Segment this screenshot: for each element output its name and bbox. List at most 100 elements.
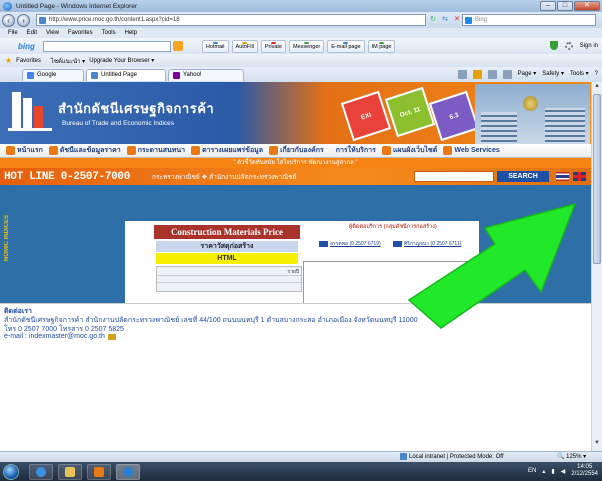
menu-file[interactable]: File: [8, 28, 18, 38]
tab-google[interactable]: Google: [22, 68, 84, 81]
nav-sitemap[interactable]: แผนผังเว็บไซต์: [381, 145, 437, 156]
nav-about[interactable]: เกี่ยวกับองค์กร: [269, 145, 324, 156]
site-search-input[interactable]: [414, 171, 494, 182]
site-search-button[interactable]: SEARCH: [497, 171, 549, 182]
menu-view[interactable]: View: [46, 28, 59, 38]
close-button[interactable]: ✕: [574, 1, 600, 11]
volume-icon[interactable]: ◀: [561, 468, 566, 475]
nav-home[interactable]: หน้าแรก: [6, 145, 43, 156]
thai-flag-icon[interactable]: [556, 172, 569, 181]
email-page-button[interactable]: E-mail page: [327, 39, 365, 53]
sitemap-icon: [381, 146, 391, 155]
org-name-thai: สำนักดัชนีเศรษฐกิจการค้า: [58, 101, 215, 116]
start-button[interactable]: [3, 463, 19, 480]
tools-menu[interactable]: Tools ▾: [570, 69, 589, 80]
forward-button[interactable]: ›: [17, 13, 30, 27]
search-box[interactable]: Bing: [462, 14, 596, 26]
menu-help[interactable]: Help: [125, 28, 137, 38]
favorites-star-icon[interactable]: ★: [5, 56, 12, 65]
menu-bar: File Edit View Favorites Tools Help: [0, 28, 602, 38]
minimize-button[interactable]: –: [540, 1, 556, 11]
toolbar-search-input[interactable]: [42, 40, 171, 52]
tray-expand-icon[interactable]: ▴: [542, 468, 545, 475]
sign-in-link[interactable]: Sign in: [580, 43, 598, 49]
menu-edit[interactable]: Edit: [27, 28, 37, 38]
gear-icon[interactable]: [564, 41, 573, 50]
taskbar-media-player[interactable]: [87, 463, 111, 480]
url-text[interactable]: http://www.price.moc.go.th/content1.aspx…: [49, 17, 180, 23]
tab-yahoo[interactable]: Yahoo!: [168, 68, 244, 81]
status-bar: Local intranet | Protected Mode: Off 🔍 1…: [0, 451, 602, 462]
safety-menu[interactable]: Safety ▾: [542, 69, 564, 80]
site-banner: สำนักดัชนีเศรษฐกิจการค้า Bureau of Trade…: [0, 82, 591, 144]
clock[interactable]: 14:05 2/12/2554: [571, 464, 598, 478]
home-icon[interactable]: [457, 70, 467, 79]
toolbar-search-go-button[interactable]: [172, 41, 183, 51]
slogan-ticker: " ตัวชี้วัดทันสมัย ใส่ใจบริการ พัฒนางานส…: [0, 158, 591, 168]
page-icon: [39, 17, 46, 24]
yahoo-icon: [173, 71, 180, 79]
ie-icon: [36, 466, 46, 477]
network-icon[interactable]: ▮: [551, 468, 554, 475]
taskbar-active-ie[interactable]: [116, 463, 140, 480]
compatibility-icon[interactable]: ⇆: [440, 15, 450, 25]
window-title-bar: Untitled Page - Windows Internet Explore…: [0, 0, 602, 12]
calendar-icon: [191, 146, 201, 155]
address-field[interactable]: http://www.price.moc.go.th/content1.aspx…: [36, 14, 426, 26]
shield-icon[interactable]: [549, 41, 558, 50]
ministry-links[interactable]: กระทรวงพาณิชย์ ❖ สำนักงานปลัดกระทรวงพาณิ…: [152, 172, 296, 182]
refresh-icon[interactable]: ↻: [428, 15, 438, 25]
english-flag-icon[interactable]: [573, 172, 586, 181]
suggested-sites-link[interactable]: ไซต์แนะนำ ▾: [51, 56, 85, 66]
back-button[interactable]: ‹: [2, 13, 15, 27]
messenger-button[interactable]: Messenger: [289, 39, 325, 53]
favorites-button[interactable]: Favorites: [16, 58, 41, 64]
building-icon: [269, 146, 279, 155]
construction-subtitle: ราคาวัสดุก่อสร้าง: [156, 241, 298, 252]
print-icon[interactable]: [502, 70, 512, 79]
menu-tools[interactable]: Tools: [102, 28, 116, 38]
folder-icon: [65, 466, 75, 477]
intranet-icon: [400, 453, 407, 460]
maximize-button[interactable]: □: [557, 1, 573, 11]
help-icon[interactable]: ?: [595, 69, 598, 80]
address-bar-row: ‹ › http://www.price.moc.go.th/content1.…: [0, 12, 602, 28]
upgrade-browser-link[interactable]: Upgrade Your Browser ▾: [89, 57, 154, 64]
vertical-scrollbar[interactable]: ▲ ▼: [591, 82, 602, 451]
nav-services[interactable]: การให้บริการ: [336, 145, 376, 156]
badge-value: 6.3: [428, 90, 480, 142]
hotline-number: HOT LINE 0-2507-7000: [4, 170, 131, 183]
globe-icon: [443, 146, 453, 155]
hotmail-button[interactable]: Hotmail: [201, 39, 229, 53]
nav-web-services[interactable]: Web Services: [443, 146, 500, 155]
feeds-icon[interactable]: [472, 70, 482, 79]
page-menu[interactable]: Page ▾: [518, 69, 537, 80]
nav-forum[interactable]: กระดานสนทนา: [126, 145, 185, 156]
language-indicator[interactable]: EN: [528, 468, 536, 474]
taskbar-explorer[interactable]: [58, 463, 82, 480]
side-label: NOMIC INDICES: [4, 215, 10, 262]
scroll-down-arrow[interactable]: ▼: [593, 440, 601, 449]
bing-toolbar: bing Hotmail AutoFill Private Messenger …: [0, 38, 602, 54]
scroll-up-arrow[interactable]: ▲: [593, 83, 601, 92]
mail-icon: [107, 333, 116, 340]
chart-icon: [48, 146, 58, 155]
html-button[interactable]: HTML: [156, 253, 298, 264]
nav-release-table[interactable]: ตารางเผยแพร่ข้อมูล: [191, 145, 263, 156]
contact-1[interactable]: อรรคพล (0 2507 6719): [319, 240, 381, 248]
private-button[interactable]: Private: [260, 39, 287, 53]
zoom-level[interactable]: 🔍 125% ▾: [557, 453, 586, 460]
im-page-button[interactable]: IM page: [367, 39, 396, 53]
search-placeholder: Bing: [475, 17, 488, 23]
system-tray: EN ▴ ▮ ◀ 14:05 2/12/2554: [528, 464, 598, 478]
footer-email[interactable]: e-mail : indexmaster@moc.go.th: [4, 333, 116, 340]
mail-icon[interactable]: [487, 70, 497, 79]
autofill-button[interactable]: AutoFill: [231, 39, 258, 53]
security-zone[interactable]: Local intranet | Protected Mode: Off: [400, 453, 504, 460]
nav-price-index[interactable]: ดัชนีและข้อมูลราคา: [48, 145, 121, 156]
scrollbar-thumb[interactable]: [593, 94, 601, 264]
menu-favorites[interactable]: Favorites: [68, 28, 93, 38]
stop-icon[interactable]: ✕: [452, 15, 462, 25]
taskbar-ie[interactable]: [29, 463, 53, 480]
tab-untitled-page[interactable]: Untitled Page: [86, 68, 166, 81]
